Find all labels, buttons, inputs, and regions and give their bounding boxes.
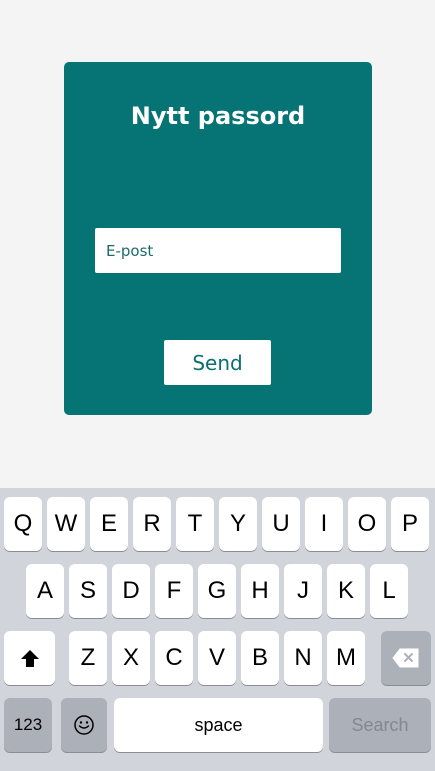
key-label: N xyxy=(294,644,312,671)
numbers-key[interactable]: 123 xyxy=(4,698,52,752)
key-label: O xyxy=(357,510,377,537)
key-label: M xyxy=(336,644,356,671)
key-f[interactable]: F xyxy=(155,564,193,618)
key-e[interactable]: E xyxy=(90,497,128,551)
backspace-icon xyxy=(392,648,419,668)
key-label: V xyxy=(208,644,225,671)
keyboard-row-1: Q W E R T Y U I O P xyxy=(0,497,435,551)
key-label: F xyxy=(166,577,182,604)
reset-password-card: Nytt passord Send xyxy=(64,62,372,415)
key-g[interactable]: G xyxy=(198,564,236,618)
search-key[interactable]: Search xyxy=(329,698,431,752)
key-w[interactable]: W xyxy=(47,497,85,551)
key-label: W xyxy=(54,510,78,537)
space-key-label: space xyxy=(194,714,243,735)
numbers-key-label: 123 xyxy=(13,715,43,734)
key-label: J xyxy=(297,577,309,604)
shift-key[interactable] xyxy=(4,631,55,685)
key-label: R xyxy=(143,510,161,537)
key-m[interactable]: M xyxy=(327,631,365,685)
email-field[interactable] xyxy=(95,228,341,273)
key-h[interactable]: H xyxy=(241,564,279,618)
key-label: D xyxy=(122,577,140,604)
emoji-icon xyxy=(74,715,94,735)
send-button[interactable]: Send xyxy=(164,340,271,385)
key-label: K xyxy=(337,577,354,604)
on-screen-keyboard: Q W E R T Y U I O P A S D F G H J K L Z … xyxy=(0,488,435,771)
key-label: S xyxy=(79,577,96,604)
key-i[interactable]: I xyxy=(305,497,343,551)
key-a[interactable]: A xyxy=(26,564,64,618)
key-c[interactable]: C xyxy=(155,631,193,685)
key-r[interactable]: R xyxy=(133,497,171,551)
key-j[interactable]: J xyxy=(284,564,322,618)
key-label: U xyxy=(272,510,290,537)
key-x[interactable]: X xyxy=(112,631,150,685)
key-label: I xyxy=(320,510,328,537)
key-label: C xyxy=(165,644,183,671)
key-label: Q xyxy=(13,510,33,537)
key-z[interactable]: Z xyxy=(69,631,107,685)
key-k[interactable]: K xyxy=(327,564,365,618)
key-label: P xyxy=(401,510,418,537)
key-l[interactable]: L xyxy=(370,564,408,618)
emoji-key[interactable] xyxy=(61,698,107,752)
key-o[interactable]: O xyxy=(348,497,386,551)
key-s[interactable]: S xyxy=(69,564,107,618)
key-label: L xyxy=(382,577,396,604)
key-label: Z xyxy=(80,644,96,671)
key-y[interactable]: Y xyxy=(219,497,257,551)
key-label: H xyxy=(251,577,269,604)
key-label: A xyxy=(36,577,53,604)
key-q[interactable]: Q xyxy=(4,497,42,551)
key-v[interactable]: V xyxy=(198,631,236,685)
key-label: B xyxy=(251,644,268,671)
shift-icon xyxy=(20,649,39,667)
keyboard-row-4: 123 space Search xyxy=(0,698,435,752)
key-label: X xyxy=(122,644,139,671)
key-t[interactable]: T xyxy=(176,497,214,551)
card-title: Nytt passord xyxy=(130,102,306,130)
search-key-label: Search xyxy=(351,714,409,735)
key-label: G xyxy=(207,577,227,604)
backspace-key[interactable] xyxy=(381,631,431,685)
key-label: E xyxy=(100,510,117,537)
key-label: T xyxy=(187,510,203,537)
key-p[interactable]: P xyxy=(391,497,429,551)
keyboard-row-2: A S D F G H J K L xyxy=(0,564,435,618)
key-n[interactable]: N xyxy=(284,631,322,685)
key-b[interactable]: B xyxy=(241,631,279,685)
key-u[interactable]: U xyxy=(262,497,300,551)
key-d[interactable]: D xyxy=(112,564,150,618)
space-key[interactable]: space xyxy=(114,698,323,752)
key-label: Y xyxy=(229,510,246,537)
keyboard-row-3: Z X C V B N M xyxy=(0,631,435,685)
